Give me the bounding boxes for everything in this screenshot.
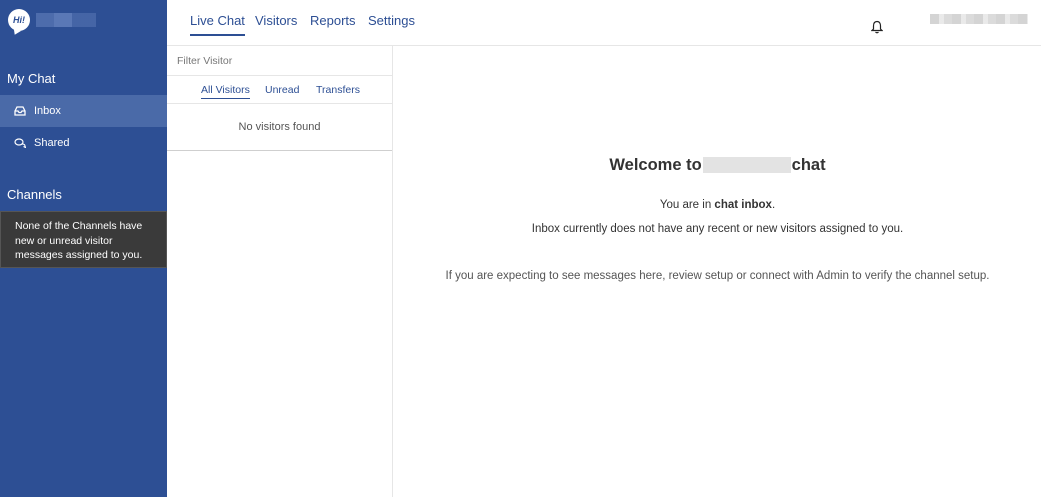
welcome-prefix: Welcome to bbox=[609, 156, 702, 174]
inbox-icon bbox=[14, 106, 26, 116]
tab-settings[interactable]: Settings bbox=[368, 13, 415, 34]
channels-empty-note: None of the Channels have new or unread … bbox=[0, 211, 167, 268]
inbox-status-suffix: . bbox=[771, 199, 776, 211]
visitor-tab-unread[interactable]: Unread bbox=[265, 84, 299, 98]
logo[interactable]: Hi! bbox=[8, 8, 96, 32]
inbox-status-line: You are in chat inbox. bbox=[394, 199, 1041, 211]
tab-reports[interactable]: Reports bbox=[310, 13, 356, 34]
welcome-suffix: chat bbox=[791, 156, 826, 174]
sidebar: Hi! My Chat Inbox Shared Channels None o… bbox=[0, 0, 167, 497]
bell-icon[interactable] bbox=[870, 20, 884, 34]
sidebar-item-shared[interactable]: Shared bbox=[0, 127, 167, 159]
welcome-heading: Welcome to chat bbox=[394, 156, 1041, 175]
top-navigation: Live Chat Visitors Reports Settings bbox=[167, 0, 1041, 46]
chat-bubbles-icon bbox=[14, 138, 26, 148]
tab-visitors[interactable]: Visitors bbox=[255, 13, 297, 34]
main-content: Welcome to chat You are in chat inbox. In… bbox=[394, 46, 1041, 497]
visitor-tab-transfers[interactable]: Transfers bbox=[316, 84, 360, 98]
empty-visitors-message: No visitors found bbox=[167, 104, 392, 151]
logo-icon: Hi! bbox=[8, 9, 30, 31]
setup-hint-line: If you are expecting to see messages her… bbox=[445, 270, 990, 282]
tab-live-chat[interactable]: Live Chat bbox=[190, 13, 245, 36]
brand-name-redacted bbox=[702, 157, 791, 173]
brand-name-redacted bbox=[36, 13, 96, 27]
inbox-empty-line: Inbox currently does not have any recent… bbox=[531, 223, 904, 235]
visitor-panel: All Visitors Unread Transfers No visitor… bbox=[167, 46, 393, 497]
user-menu-redacted[interactable] bbox=[930, 14, 1028, 24]
inbox-status-prefix: You are in bbox=[659, 199, 715, 211]
channels-title: Channels bbox=[7, 187, 62, 202]
sidebar-item-inbox[interactable]: Inbox bbox=[0, 95, 167, 127]
filter-visitor-input[interactable] bbox=[167, 46, 392, 76]
sidebar-item-label: Inbox bbox=[34, 105, 61, 117]
sidebar-item-label: Shared bbox=[34, 137, 70, 149]
inbox-status-bold: chat inbox bbox=[714, 199, 772, 211]
my-chat-title: My Chat bbox=[7, 71, 56, 86]
visitor-tab-all[interactable]: All Visitors bbox=[201, 84, 250, 99]
